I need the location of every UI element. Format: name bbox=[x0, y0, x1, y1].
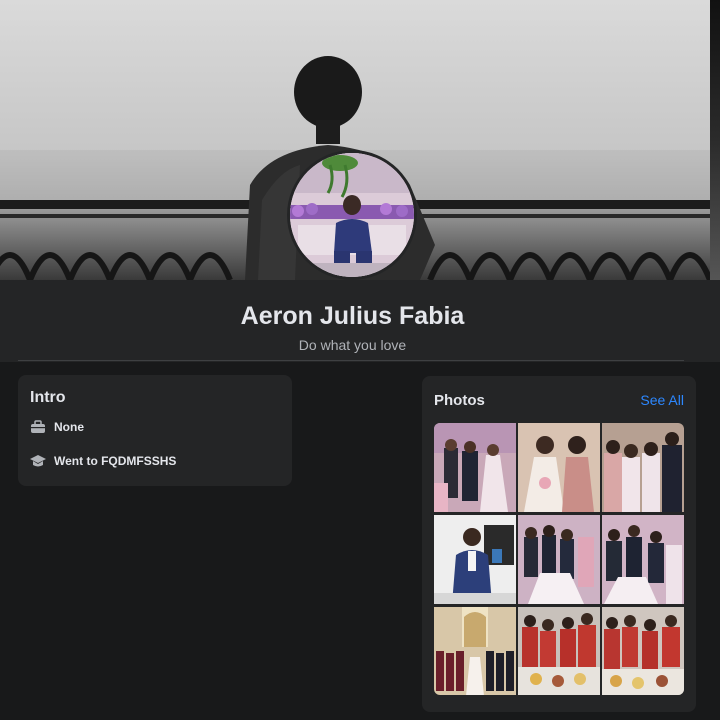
profile-name: Aeron Julius Fabia bbox=[240, 302, 465, 330]
intro-item-label: None bbox=[54, 420, 84, 434]
photo-thumbnail[interactable] bbox=[518, 607, 600, 695]
cover-edge bbox=[710, 0, 720, 280]
intro-item-work: None bbox=[30, 417, 84, 437]
photo-thumbnail[interactable] bbox=[602, 423, 684, 512]
photo-thumbnail[interactable] bbox=[434, 423, 516, 512]
photo-image bbox=[602, 423, 684, 512]
photo-image bbox=[434, 607, 516, 695]
photo-thumbnail[interactable] bbox=[602, 607, 684, 695]
photo-image bbox=[434, 423, 516, 512]
profile-picture[interactable] bbox=[287, 150, 417, 280]
photo-image bbox=[518, 607, 600, 695]
photos-title: Photos bbox=[434, 392, 485, 409]
intro-item-education: Went to FQDMFSSHS bbox=[30, 451, 176, 471]
profile-bio: Do what you love bbox=[298, 337, 407, 353]
photo-thumbnail[interactable] bbox=[602, 515, 684, 604]
photo-image bbox=[602, 607, 684, 695]
photo-thumbnail[interactable] bbox=[434, 515, 516, 604]
intro-item-label: Went to FQDMFSSHS bbox=[54, 454, 177, 468]
briefcase-icon bbox=[31, 420, 45, 433]
photo-image bbox=[434, 515, 516, 604]
see-all-photos-link[interactable]: See All bbox=[640, 392, 684, 408]
photo-thumbnail[interactable] bbox=[518, 515, 600, 604]
intro-card: Intro None Went to FQDMFSSHS bbox=[18, 375, 292, 486]
photo-grid bbox=[434, 423, 684, 695]
photo-image bbox=[518, 423, 600, 512]
photo-thumbnail[interactable] bbox=[434, 607, 516, 695]
graduation-cap-icon bbox=[30, 455, 46, 467]
photo-image bbox=[518, 515, 600, 604]
intro-title: Intro bbox=[30, 389, 66, 406]
photo-thumbnail[interactable] bbox=[518, 423, 600, 512]
avatar bbox=[290, 153, 414, 277]
header-divider bbox=[18, 360, 684, 361]
photo-image bbox=[602, 515, 684, 604]
avatar-image bbox=[290, 153, 414, 277]
photos-card: Photos See All bbox=[422, 376, 696, 712]
